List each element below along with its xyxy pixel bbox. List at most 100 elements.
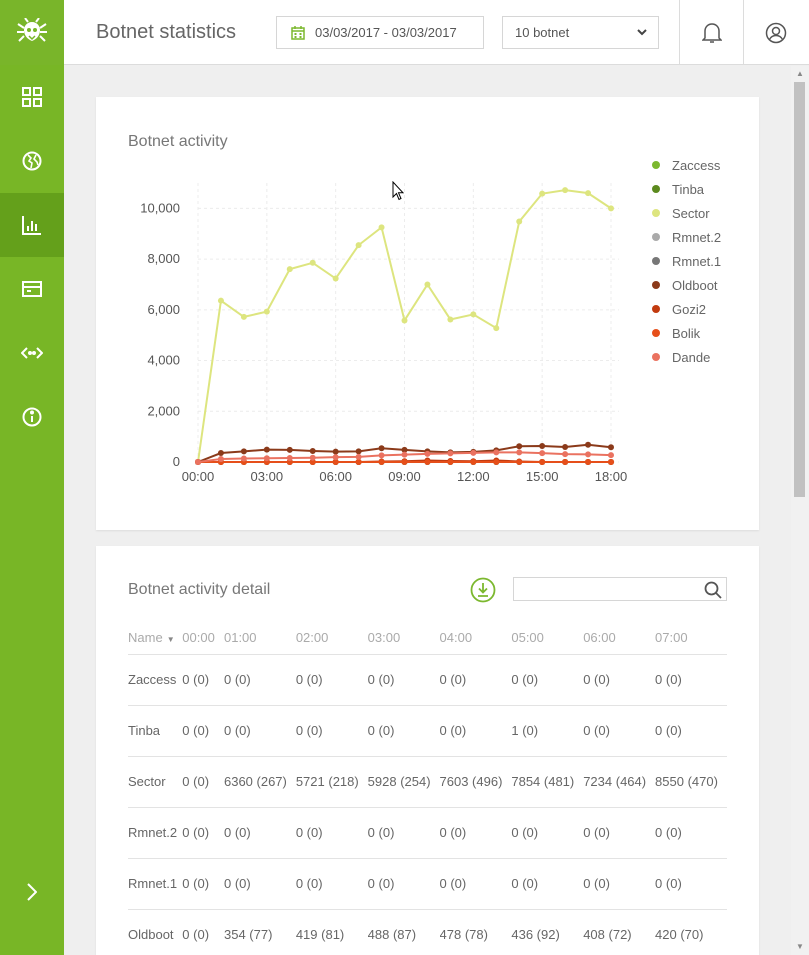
column-header-name[interactable]: Name ▼	[128, 622, 183, 655]
page-title: Botnet statistics	[96, 21, 237, 43]
download-button[interactable]	[470, 577, 496, 603]
globe-icon	[22, 151, 42, 171]
data-point	[286, 446, 293, 453]
legend-dot	[652, 257, 660, 265]
legend-dot	[652, 161, 660, 169]
scroll-up-arrow[interactable]: ▲	[791, 66, 809, 82]
table-cell: 488 (87)	[367, 909, 440, 955]
legend-item[interactable]: Dande	[652, 345, 721, 369]
legend-label: Bolik	[672, 325, 701, 341]
table-cell: 0 (0)	[182, 756, 224, 808]
legend-label: Zaccess	[672, 157, 721, 173]
legend-item[interactable]: Rmnet.1	[652, 249, 721, 273]
column-header-label: 01:00	[223, 630, 257, 646]
legend-item[interactable]: Zaccess	[652, 153, 721, 177]
table-row[interactable]: Rmnet.1 0 (0) 0 (0) 0 (0) 0 (0) 0 (0) 0 (0) 0 (…	[128, 858, 727, 910]
botnet-select-value: 10 botnet	[515, 25, 570, 40]
sidebar-expand-button[interactable]	[0, 860, 64, 924]
column-header: 02:00	[295, 622, 368, 655]
legend-item[interactable]: Bolik	[652, 321, 721, 345]
data-point	[539, 190, 546, 197]
legend-item[interactable]: Sector	[652, 201, 721, 225]
data-point	[378, 224, 385, 231]
x-tick-label: 12:00	[457, 469, 490, 484]
table-row[interactable]: Zaccess 0 (0) 0 (0) 0 (0) 0 (0) 0 (0) 0 (0) 0 (…	[128, 654, 727, 706]
x-tick-label: 00:00	[182, 469, 215, 484]
data-point	[562, 451, 569, 458]
scrollbar-thumb[interactable]	[794, 82, 805, 497]
data-point	[493, 459, 500, 465]
logo[interactable]	[0, 0, 64, 65]
botnet-activity-card: Botnet activity 0 2,000 4,000 6,000 8,000 10,…	[96, 97, 759, 530]
table-cell: 419 (81)	[295, 909, 368, 955]
data-point	[539, 459, 546, 465]
data-point	[447, 316, 454, 323]
table-cell: 0 (0)	[655, 858, 727, 910]
legend-dot	[652, 305, 660, 313]
user-profile-button[interactable]	[743, 0, 807, 65]
code-icon	[21, 347, 43, 359]
data-point	[470, 459, 477, 465]
table-cell: 478 (78)	[439, 909, 512, 955]
table-cell: 0 (0)	[583, 654, 656, 706]
legend-dot	[652, 209, 660, 217]
search-icon[interactable]	[704, 581, 722, 599]
legend-item[interactable]: Gozi2	[652, 297, 721, 321]
table-cell: 0 (0)	[439, 858, 512, 910]
botnet-select[interactable]: 10 botnet	[502, 16, 659, 49]
data-point	[585, 451, 592, 458]
table-cell: 0 (0)	[295, 858, 368, 910]
legend-item[interactable]: Oldboot	[652, 273, 721, 297]
notifications-button[interactable]	[679, 0, 743, 65]
dashboard-icon	[22, 87, 42, 107]
table-row[interactable]: Rmnet.2 0 (0) 0 (0) 0 (0) 0 (0) 0 (0) 0 (0) 0 (…	[128, 807, 727, 859]
data-point	[286, 266, 293, 273]
sidebar-item-globe[interactable]	[0, 129, 64, 193]
table-cell: 0 (0)	[439, 807, 512, 859]
legend-label: Rmnet.1	[672, 253, 722, 269]
column-header-label: Name	[128, 630, 163, 646]
sidebar-item-info[interactable]	[0, 385, 64, 449]
table-row[interactable]: Sector 0 (0) 6360 (267) 5721 (218) 5928 (254…	[128, 756, 727, 808]
row-name-cell: Rmnet.1	[128, 858, 183, 910]
sidebar-item-dashboard[interactable]	[0, 65, 64, 129]
data-point	[608, 459, 614, 465]
column-header-label: 07:00	[655, 630, 688, 646]
table-cell: 420 (70)	[655, 909, 727, 955]
table-cell: 0 (0)	[439, 705, 512, 757]
data-point	[286, 454, 293, 461]
sidebar-item-code[interactable]	[0, 321, 64, 385]
column-header: 03:00	[367, 622, 440, 655]
column-header-label: 04:00	[439, 630, 473, 646]
series-line-sector	[197, 189, 612, 463]
table-row[interactable]: Oldboot 0 (0) 354 (77) 419 (81) 488 (87) 478 …	[128, 909, 727, 955]
x-tick-label: 06:00	[319, 469, 352, 484]
sidebar-item-statistics[interactable]	[0, 193, 64, 257]
table-cell: 0 (0)	[439, 654, 512, 706]
search-input[interactable]	[514, 578, 694, 600]
data-point	[539, 450, 546, 457]
table-cell: 0 (0)	[182, 807, 224, 859]
data-point	[240, 455, 247, 462]
row-name-cell: Tinba	[128, 705, 183, 757]
vertical-scrollbar[interactable]: ▲ ▼	[791, 66, 809, 955]
detail-table-wrapper: Name ▼ 00:00 01:00 02:00 03:00 04:00 05:00 06:00…	[128, 622, 727, 955]
table-cell: 0 (0)	[295, 705, 368, 757]
sidebar-item-card[interactable]	[0, 257, 64, 321]
data-point	[332, 448, 339, 455]
x-tick-label: 03:00	[251, 469, 284, 484]
scroll-down-arrow[interactable]: ▼	[791, 939, 809, 955]
legend-item[interactable]: Rmnet.2	[652, 225, 721, 249]
data-point	[470, 449, 477, 456]
date-range-picker[interactable]: 03/03/2017 - 03/03/2017	[276, 16, 484, 49]
legend-label: Sector	[672, 205, 710, 221]
data-point	[447, 459, 454, 465]
card-icon	[22, 281, 42, 297]
legend-item[interactable]: Tinba	[652, 177, 721, 201]
table-row[interactable]: Tinba 0 (0) 0 (0) 0 (0) 0 (0) 0 (0) 1 (0) 0 (0)…	[128, 705, 727, 757]
table-cell: 0 (0)	[367, 654, 440, 706]
x-tick-label: 18:00	[595, 469, 628, 484]
x-tick-label: 09:00	[388, 469, 421, 484]
column-header: 04:00	[439, 622, 512, 655]
data-point	[562, 444, 569, 451]
